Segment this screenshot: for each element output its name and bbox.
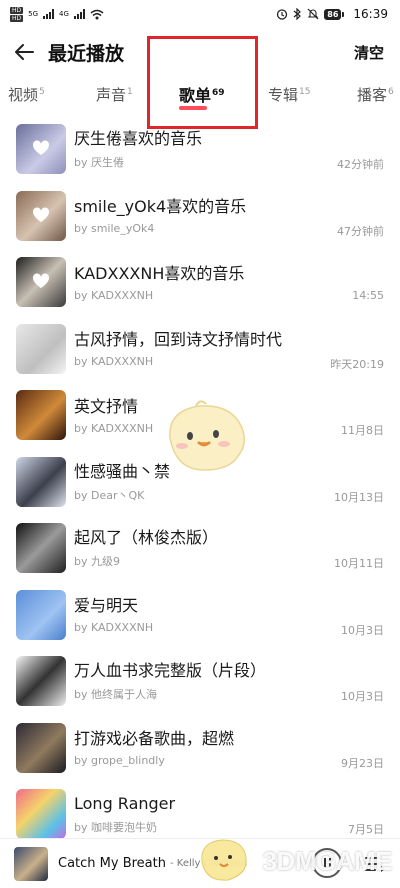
now-playing-cover: [14, 846, 48, 881]
played-time: 10月3日: [341, 623, 384, 637]
playlist-row[interactable]: smile_yOk4喜欢的音乐 by smile_yOk4 47分钟前: [0, 183, 400, 250]
playlist-cover: [16, 190, 66, 241]
back-button[interactable]: [0, 30, 48, 74]
clear-button[interactable]: 清空: [354, 42, 384, 63]
mute-icon: [307, 8, 319, 20]
sim-indicators: HD HD: [10, 6, 24, 22]
playlist-row[interactable]: 古风抒情，回到诗文抒情时代 by KADXXXNH 昨天20:19: [0, 316, 400, 383]
tab-count: 69: [212, 87, 225, 98]
tab-count: 6: [388, 87, 394, 97]
tab-sounds[interactable]: 声音1: [96, 84, 133, 105]
played-time: 10月3日: [341, 690, 384, 703]
tab-count: 5: [39, 87, 45, 97]
tab-label: 专辑: [268, 86, 299, 104]
sim1-badge: HD: [10, 6, 24, 14]
app-header: 最近播放 清空: [0, 30, 400, 74]
playlist-row[interactable]: 起风了（林俊杰版） by 九级9 10月11日: [0, 515, 400, 582]
network-type-1: 5G: [28, 10, 39, 18]
tab-playlists[interactable]: 歌单69: [179, 82, 225, 106]
now-playing-title: Catch My Breath: [58, 856, 166, 871]
playlist-row[interactable]: 打游戏必备歌曲，超燃 by grope_blindly 9月23日: [0, 715, 400, 782]
playlist-cover: [16, 456, 66, 507]
playlist-title: KADXXXNH喜欢的音乐: [74, 263, 245, 283]
playlist-list: 厌生倦喜欢的音乐 by 厌生倦 42分钟前 smile_yOk4喜欢的音乐 by s…: [0, 116, 400, 848]
playlist-row[interactable]: 爱与明天 by KADXXXNH 10月3日: [0, 582, 400, 649]
status-bar: HD HD 5G 4G 86 16:39: [0, 0, 400, 28]
playlist-cover: [16, 589, 66, 640]
playlist-title: 万人血书求完整版（片段）: [74, 661, 267, 681]
category-tabs: 视频5 声音1 歌单69 专辑15 播客6: [0, 78, 400, 116]
playlist-row[interactable]: 万人血书求完整版（片段） by 他终属于人海 10月3日: [0, 648, 400, 715]
playlist-row[interactable]: KADXXXNH喜欢的音乐 by KADXXXNH 14:55: [0, 249, 400, 316]
played-time: 10月13日: [334, 490, 384, 504]
tab-label: 视频: [8, 86, 39, 104]
tab-videos[interactable]: 视频5: [8, 84, 45, 105]
playlist-title: smile_yOk4喜欢的音乐: [74, 197, 247, 217]
tab-count: 15: [299, 87, 311, 97]
played-time: 14:55: [352, 289, 384, 302]
played-time: 9月23日: [341, 756, 384, 770]
bluetooth-icon: [293, 8, 302, 20]
played-time: 昨天20:19: [330, 357, 384, 371]
signal-icon-2: [73, 9, 85, 19]
playlist-title: 爱与明天: [74, 596, 139, 616]
tab-label: 声音: [96, 86, 127, 104]
played-time: 47分钟前: [337, 224, 384, 238]
tab-count: 1: [127, 87, 133, 97]
sim2-badge: HD: [10, 14, 24, 22]
arrow-left-icon: [15, 44, 34, 60]
heart-icon: [32, 273, 50, 289]
page-title: 最近播放: [48, 42, 125, 65]
playlist-title: 厌生倦喜欢的音乐: [74, 129, 203, 149]
watermark-chick-icon: [201, 839, 247, 881]
playlist-cover: [16, 124, 66, 175]
played-time: 11月8日: [341, 424, 384, 437]
playlist-cover: [16, 323, 66, 374]
playlist-cover: [16, 789, 66, 840]
playlist-title: 古风抒情，回到诗文抒情时代: [74, 330, 283, 350]
playlist-title: 打游戏必备歌曲，超燃: [74, 729, 235, 749]
network-type-2: 4G: [59, 10, 69, 18]
played-time: 10月11日: [334, 557, 384, 570]
playlist-cover: [16, 390, 66, 441]
battery-level: 86: [324, 8, 342, 20]
playlist-creator: by KADXXXNH: [74, 288, 154, 302]
watermark-text: 3DMGAME: [262, 846, 393, 876]
played-time: 7月5日: [348, 823, 384, 836]
clock: 16:39: [353, 7, 388, 21]
played-time: 42分钟前: [337, 158, 384, 171]
playlist-title: Long Ranger: [74, 794, 176, 814]
playlist-cover: [16, 257, 66, 308]
playlist-cover: [16, 656, 66, 707]
active-tab-indicator: [179, 106, 207, 110]
playlist-title: 起风了（林俊杰版）: [74, 528, 219, 548]
tab-podcasts[interactable]: 播客6: [357, 84, 394, 105]
tab-label: 播客: [357, 86, 388, 104]
heart-icon: [32, 140, 50, 156]
battery-icon: 86: [324, 8, 345, 20]
alarm-icon: [277, 9, 288, 20]
wifi-icon: [90, 9, 104, 19]
chick-mascot-icon: [169, 400, 245, 471]
signal-icon: [43, 9, 55, 19]
tab-albums[interactable]: 专辑15: [268, 84, 310, 105]
tab-label: 歌单: [179, 86, 212, 105]
playlist-cover: [16, 722, 66, 773]
playlist-cover: [16, 523, 66, 574]
playlist-row[interactable]: 厌生倦喜欢的音乐 by 厌生倦 42分钟前: [0, 116, 400, 183]
heart-icon: [32, 207, 50, 222]
